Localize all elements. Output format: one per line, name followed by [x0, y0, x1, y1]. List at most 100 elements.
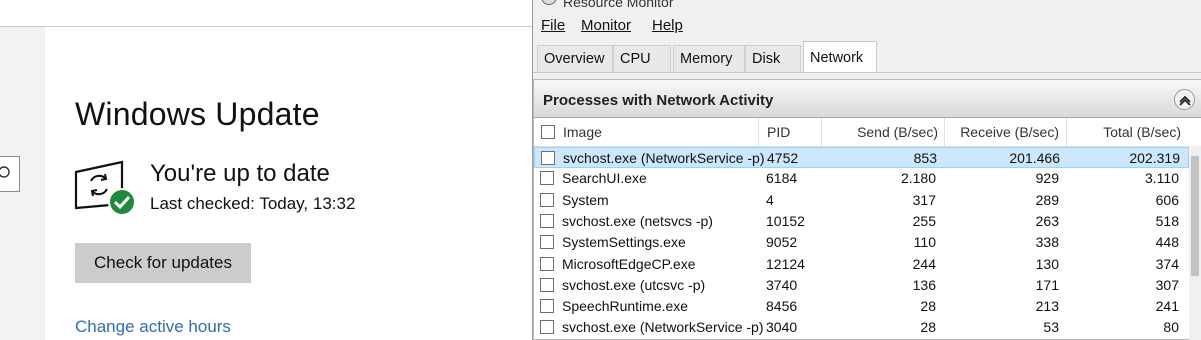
change-active-hours-link[interactable]: Change active hours	[75, 317, 231, 337]
cell-total: 80	[1163, 319, 1179, 336]
table-row[interactable]: SpeechRuntime.exe 8456 28 213 241	[534, 296, 1189, 317]
table-row[interactable]: MicrosoftEdgeCP.exe 12124 244 130 374	[534, 254, 1189, 275]
table-row[interactable]: svchost.exe (NetworkService -p) 4752 853 20…	[534, 147, 1189, 168]
cell-total: 374	[1155, 255, 1179, 272]
menu-help[interactable]: Help	[652, 17, 683, 34]
table-row[interactable]: svchost.exe (NetworkService -p) 3040 28 53 8…	[534, 317, 1189, 338]
cell-receive: 289	[1035, 191, 1059, 208]
column-image[interactable]: Image	[563, 118, 602, 146]
column-total[interactable]: Total (B/sec)	[1067, 118, 1181, 146]
cell-total: 606	[1155, 191, 1179, 208]
last-checked-text: Last checked: Today, 13:32	[150, 194, 356, 213]
panel-header[interactable]: Processes with Network Activity	[534, 80, 1201, 118]
cell-receive: 213	[1035, 298, 1059, 315]
column-separator[interactable]	[758, 118, 759, 146]
column-send[interactable]: Send (B/sec)	[822, 118, 938, 146]
search-icon	[0, 166, 10, 178]
column-receive[interactable]: Receive (B/sec)	[945, 118, 1059, 146]
cell-pid: 3040	[766, 319, 798, 336]
tab-cpu[interactable]: CPU	[613, 45, 671, 72]
cell-total: 241	[1155, 298, 1179, 315]
cell-send: 244	[912, 255, 936, 272]
table-row[interactable]: SystemSettings.exe 9052 110 338 448	[534, 232, 1189, 253]
chevron-up-icon	[1179, 95, 1191, 106]
table-row[interactable]: svchost.exe (netsvcs -p) 10152 255 263 518	[534, 211, 1189, 232]
cell-send: 28	[920, 298, 936, 315]
page-title: Windows Update	[75, 96, 320, 132]
cell-image: svchost.exe (NetworkService -p)	[563, 150, 765, 166]
row-checkbox[interactable]	[540, 171, 554, 186]
row-checkbox[interactable]	[540, 277, 554, 292]
cell-pid: 12124	[766, 255, 805, 272]
cell-pid: 10152	[766, 212, 805, 229]
cell-send: 317	[912, 191, 936, 208]
row-checkbox[interactable]	[540, 299, 554, 314]
table-row[interactable]: SearchUI.exe 6184 2.180 929 3.110	[534, 168, 1189, 189]
cell-receive: 53	[1043, 319, 1059, 336]
cell-send: 255	[912, 212, 936, 229]
tab-disk[interactable]: Disk	[745, 45, 801, 72]
divider	[533, 72, 1201, 73]
cell-image: svchost.exe (NetworkService -p)	[562, 319, 764, 336]
cell-pid: 4	[766, 191, 774, 208]
cell-total: 448	[1155, 234, 1179, 251]
check-for-updates-button[interactable]: Check for updates	[75, 243, 251, 283]
update-status-icon	[74, 158, 138, 218]
cell-send: 110	[913, 234, 936, 251]
cell-total: 3.110	[1145, 170, 1179, 187]
row-checkbox[interactable]	[540, 192, 554, 207]
cell-pid: 8456	[766, 298, 798, 315]
window-title: Resource Monitor	[563, 0, 674, 10]
row-checkbox[interactable]	[541, 151, 555, 165]
cell-image: SearchUI.exe	[562, 170, 647, 187]
collapse-button[interactable]	[1174, 89, 1195, 110]
menu-file-label: File	[541, 17, 566, 34]
row-checkbox[interactable]	[540, 256, 554, 271]
row-checkbox[interactable]	[540, 213, 554, 228]
status-title: You're up to date	[150, 160, 330, 187]
menu-monitor-label: Monitor	[581, 17, 632, 34]
cell-pid: 3740	[766, 276, 798, 293]
processes-network-panel: Processes with Network Activity Image PI…	[533, 79, 1201, 340]
cell-receive: 171	[1035, 276, 1059, 293]
cell-image: svchost.exe (netsvcs -p)	[562, 212, 713, 229]
cell-total: 307	[1155, 276, 1179, 293]
table-row[interactable]: svchost.exe (utcsvc -p) 3740 136 171 307	[534, 275, 1189, 296]
divider	[0, 26, 532, 27]
cell-pid: 6184	[766, 170, 798, 187]
search-box[interactable]	[0, 156, 20, 192]
app-icon	[541, 0, 557, 5]
cell-image: svchost.exe (utcsvc -p)	[562, 276, 706, 293]
cell-send: 2.180	[900, 170, 936, 187]
menu-help-label: Help	[652, 17, 683, 34]
cell-receive: 263	[1035, 212, 1059, 229]
row-checkbox[interactable]	[540, 320, 554, 335]
panel-title: Processes with Network Activity	[543, 92, 774, 109]
cell-image: System	[562, 191, 609, 208]
cell-send: 853	[913, 150, 937, 166]
column-pid[interactable]: PID	[767, 118, 790, 146]
table-row[interactable]: System 4 317 289 606	[534, 190, 1189, 211]
scrollbar-thumb[interactable]	[1191, 156, 1199, 276]
cell-pid: 4752	[767, 150, 799, 166]
tab-network[interactable]: Network	[803, 41, 877, 73]
cell-pid: 9052	[766, 234, 798, 251]
cell-image: SpeechRuntime.exe	[562, 298, 689, 315]
cell-total: 202.319	[1129, 150, 1180, 166]
cell-image: SystemSettings.exe	[562, 234, 686, 251]
tab-overview[interactable]: Overview	[537, 45, 613, 72]
column-header-row: Image PID Send (B/sec) Receive (B/sec) T…	[534, 118, 1201, 147]
cell-total: 518	[1155, 212, 1179, 229]
menu-monitor[interactable]: Monitor	[581, 17, 631, 34]
cell-receive: 929	[1035, 170, 1059, 187]
tab-bar: Overview CPU Memory Disk Network	[533, 41, 1201, 73]
cell-image: MicrosoftEdgeCP.exe	[562, 255, 696, 272]
tab-memory[interactable]: Memory	[673, 45, 745, 72]
select-all-checkbox[interactable]	[541, 125, 555, 139]
vertical-scrollbar[interactable]	[1189, 146, 1201, 340]
cell-receive: 130	[1035, 255, 1059, 272]
settings-window: Windows Update You're up to date Last ch…	[0, 0, 532, 340]
menu-file[interactable]: File	[541, 17, 565, 34]
cell-receive: 338	[1035, 234, 1059, 251]
row-checkbox[interactable]	[540, 235, 554, 250]
